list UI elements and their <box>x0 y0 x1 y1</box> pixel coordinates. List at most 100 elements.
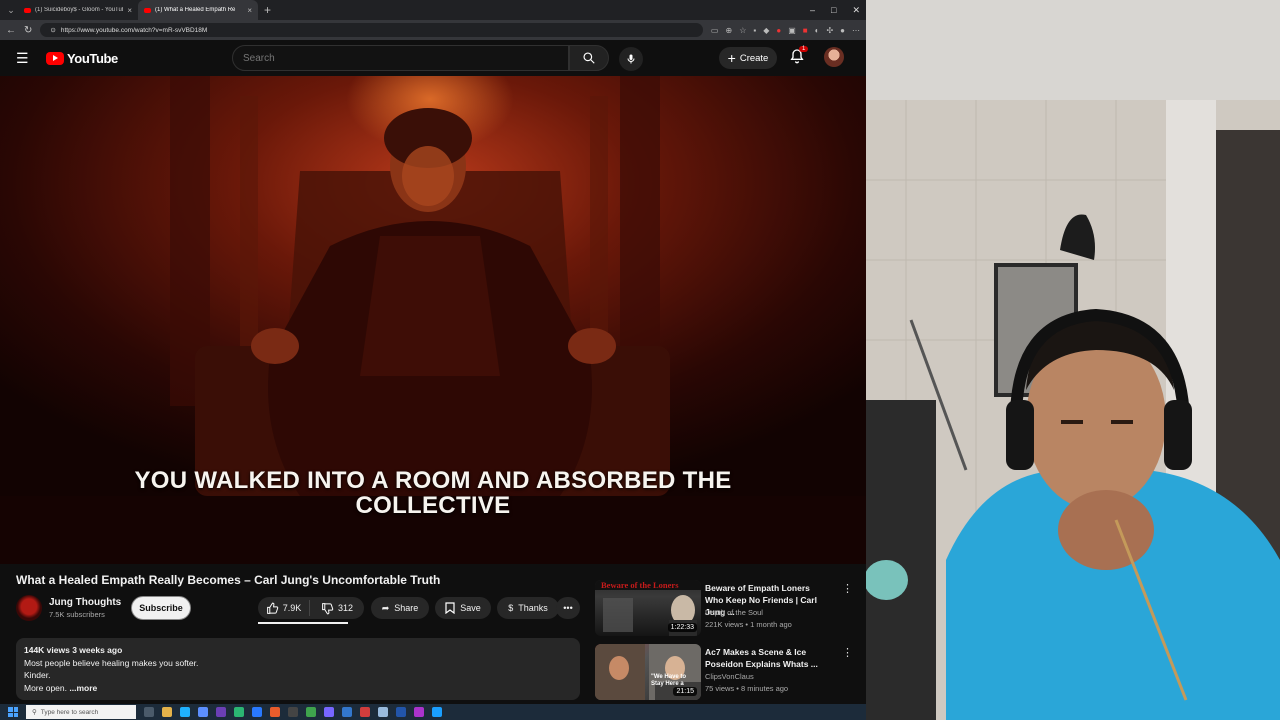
youtube-logo[interactable]: YouTube <box>46 51 118 66</box>
view-count-date: 144K views 3 weeks ago <box>24 645 123 655</box>
spotify-icon[interactable] <box>234 707 244 717</box>
plus-icon: + <box>727 50 736 66</box>
site-info-icon[interactable]: ⊙ <box>50 26 55 34</box>
taskbar-search[interactable]: ⚲ Type here to search <box>26 705 136 719</box>
tab-title: (1) Suicideboy$ - Gloom - YouTub <box>35 7 124 13</box>
tab-healed-empath[interactable]: (1) What a Healed Empath Re × <box>138 0 258 20</box>
caption-line: YOU WALKED INTO A ROOM AND ABSORBED THE <box>134 467 732 494</box>
tab-suicideboys[interactable]: (1) Suicideboy$ - Gloom - YouTub × <box>18 0 138 20</box>
edge-icon[interactable] <box>180 707 190 717</box>
tab-search-icon[interactable]: ⌄ <box>4 3 18 17</box>
share-button[interactable]: ➦ Share <box>371 597 429 619</box>
extension-icon[interactable]: ◐ <box>815 26 820 35</box>
search-input[interactable] <box>243 52 568 64</box>
search-button[interactable] <box>569 45 609 71</box>
store-icon[interactable] <box>252 707 262 717</box>
windows-taskbar: ⚲ Type here to search <box>0 704 866 720</box>
window-controls: – □ ✕ <box>810 5 866 16</box>
video-thumbnail[interactable]: Beware of the Loners 1:22:33 <box>595 580 701 636</box>
search-icon: ⚲ <box>32 709 37 716</box>
app-icon[interactable] <box>414 707 424 717</box>
related-video[interactable]: Beware of the Loners 1:22:33 Beware of E… <box>595 580 857 636</box>
task-view-icon[interactable] <box>144 707 154 717</box>
close-window-icon[interactable]: ✕ <box>852 5 860 16</box>
voice-search-button[interactable] <box>619 47 643 71</box>
related-channel[interactable]: ClipsVonClaus <box>705 672 754 681</box>
related-channel[interactable]: Depth of the Soul <box>705 608 763 617</box>
reload-icon[interactable]: ↻ <box>24 25 32 36</box>
like-button[interactable]: 7.9K <box>258 600 310 616</box>
extension-icon[interactable]: ◆ <box>763 26 769 35</box>
install-app-icon[interactable]: ▭ <box>711 26 719 35</box>
app-icon[interactable] <box>288 707 298 717</box>
zoom-icon[interactable]: ⊕ <box>725 26 732 35</box>
address-bar[interactable]: ⊙ https://www.youtube.com/watch?v=mR-svV… <box>40 23 703 37</box>
bookmark-star-icon[interactable]: ☆ <box>739 26 746 35</box>
steam-icon[interactable] <box>432 707 442 717</box>
related-meta: 75 views • 8 minutes ago <box>705 684 789 693</box>
search-box[interactable] <box>232 45 569 71</box>
new-tab-icon[interactable]: + <box>258 3 277 17</box>
thumbnail-text: Beware of the Loners <box>601 580 679 590</box>
dislike-button[interactable]: 312 <box>310 602 364 615</box>
show-more-link[interactable]: ...more <box>69 683 97 693</box>
taskbar-search-placeholder: Type here to search <box>40 708 99 716</box>
extension-icon[interactable]: ● <box>776 26 781 35</box>
youtube-favicon-icon <box>24 7 31 13</box>
subscribe-button[interactable]: Subscribe <box>131 596 191 620</box>
chrome-icon[interactable] <box>198 707 208 717</box>
hamburger-menu-icon[interactable]: ☰ <box>16 50 32 67</box>
notification-badge: 1 <box>799 46 809 52</box>
video-menu-icon[interactable]: ⋮ <box>842 582 853 595</box>
description-box[interactable]: 144K views 3 weeks ago Most people belie… <box>16 638 580 700</box>
extension-icon[interactable]: ■ <box>803 26 808 35</box>
app-icon[interactable] <box>396 707 406 717</box>
app-icon[interactable] <box>378 707 388 717</box>
app-icon[interactable] <box>360 707 370 717</box>
save-button[interactable]: Save <box>435 597 491 619</box>
account-avatar[interactable] <box>824 47 844 67</box>
close-tab-icon[interactable]: × <box>247 6 252 15</box>
youtube-play-icon <box>46 51 64 65</box>
logo-text: YouTube <box>67 50 118 66</box>
video-menu-icon[interactable]: ⋮ <box>842 646 853 659</box>
app-icon[interactable] <box>306 707 316 717</box>
related-meta: 221K views • 1 month ago <box>705 620 792 629</box>
video-duration: 1:22:33 <box>667 623 697 632</box>
create-button[interactable]: + Create <box>719 47 777 69</box>
more-actions-button[interactable]: ••• <box>556 597 580 619</box>
channel-name[interactable]: Jung Thoughts <box>49 597 121 608</box>
extension-icon[interactable]: ▣ <box>788 26 796 35</box>
related-video[interactable]: "We Have to Stay Here a 21:15 Ac7 Makes … <box>595 644 857 700</box>
thanks-button[interactable]: $ Thanks <box>497 597 559 619</box>
minimize-icon[interactable]: – <box>810 5 815 16</box>
video-player[interactable]: YOU WALKED INTO A ROOM AND ABSORBED THE … <box>0 76 866 564</box>
channel-avatar[interactable] <box>16 595 42 621</box>
file-explorer-icon[interactable] <box>162 707 172 717</box>
thumbs-down-icon <box>322 602 334 614</box>
discord-icon[interactable] <box>324 707 334 717</box>
description-line: Most people believe healing makes you so… <box>24 657 199 668</box>
description-line: More open. <box>24 682 67 693</box>
like-count: 7.9K <box>282 603 302 613</box>
share-icon: ➦ <box>381 602 390 613</box>
back-icon[interactable]: ← <box>6 25 16 36</box>
youtube-favicon-icon <box>144 7 151 13</box>
webcam-art <box>866 0 1280 720</box>
share-label: Share <box>394 603 419 613</box>
maximize-icon[interactable]: □ <box>831 5 836 16</box>
windows-start-icon[interactable] <box>8 707 18 717</box>
address-bar-row: ← ↻ ⊙ https://www.youtube.com/watch?v=mR… <box>0 20 866 40</box>
menu-dots-icon[interactable]: ⋯ <box>852 26 860 35</box>
app-icon[interactable] <box>270 707 280 717</box>
close-tab-icon[interactable]: × <box>127 6 132 15</box>
extensions-puzzle-icon[interactable]: ✣ <box>826 26 833 35</box>
notifications-button[interactable]: 1 <box>789 46 809 66</box>
video-thumbnail[interactable]: "We Have to Stay Here a 21:15 <box>595 644 701 700</box>
bookmark-icon <box>445 602 455 614</box>
obs-icon[interactable] <box>216 707 226 717</box>
profile-icon[interactable]: ● <box>840 26 845 35</box>
url-text: https://www.youtube.com/watch?v=mR-svVBD… <box>60 26 208 34</box>
extension-icon[interactable]: ▪ <box>753 26 756 35</box>
app-icon[interactable] <box>342 707 352 717</box>
